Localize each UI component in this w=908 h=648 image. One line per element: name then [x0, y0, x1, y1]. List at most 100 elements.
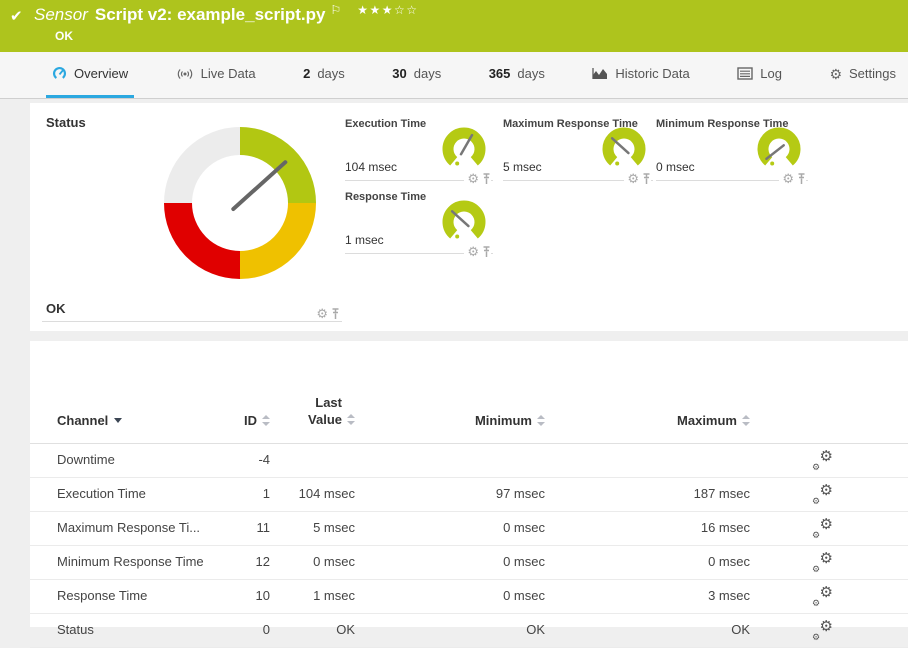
- gauge-value: 5 msec: [503, 160, 542, 174]
- gear-icon: ⚙: [829, 67, 842, 81]
- channel-last-value: OK: [270, 614, 355, 647]
- gauge-panel-response-time: Response Time 1 msec ⚙: [345, 186, 493, 254]
- sort-icon: [537, 415, 545, 426]
- channel-minimum: 97 msec: [355, 478, 545, 511]
- gauge-panel-minimum-response-time: Minimum Response Time 0 msec ⚙: [656, 113, 808, 181]
- status-gauge-needle: [233, 162, 285, 209]
- col-label: ID: [244, 413, 257, 428]
- tab-label: days: [317, 66, 344, 81]
- channel-minimum: [355, 444, 545, 477]
- table-row[interactable]: Status 0 OK OK OK ⚙⚙: [30, 614, 908, 648]
- col-header-minimum[interactable]: Minimum: [475, 413, 545, 428]
- gear-icon[interactable]: ⚙: [316, 308, 328, 320]
- channel-id: 1: [230, 478, 270, 511]
- col-header-last-value[interactable]: Last Value: [292, 412, 355, 427]
- tab-30-days[interactable]: 30 days: [386, 52, 447, 98]
- channel-maximum: OK: [545, 614, 750, 647]
- channel-last-value: 5 msec: [270, 512, 355, 545]
- table-row[interactable]: Response Time 10 1 msec 0 msec 3 msec ⚙⚙: [30, 580, 908, 614]
- table-row[interactable]: Downtime -4 ⚙⚙: [30, 444, 908, 478]
- col-label: Minimum: [475, 413, 532, 428]
- sort-icon: [742, 415, 750, 426]
- gear-icon[interactable]: ⚙: [467, 246, 479, 258]
- gear-icon[interactable]: ⚙: [467, 173, 479, 185]
- channel-settings-icon[interactable]: ⚙⚙: [812, 588, 833, 606]
- channel-maximum: 0 msec: [545, 546, 750, 579]
- col-label: Maximum: [677, 413, 737, 428]
- col-header-channel[interactable]: Channel: [57, 413, 122, 428]
- col-header-maximum[interactable]: Maximum: [677, 413, 750, 428]
- status-panel-title: Status: [46, 115, 86, 130]
- gauge-panel-execution-time: Execution Time 104 msec ⚙: [345, 113, 493, 181]
- channel-id: 0: [230, 614, 270, 647]
- priority-stars[interactable]: ★★★☆☆: [357, 3, 418, 17]
- object-kind-label: Sensor: [34, 5, 88, 24]
- pin-icon[interactable]: [331, 308, 340, 320]
- tab-settings[interactable]: ⚙ Settings: [823, 52, 902, 98]
- channel-minimum: 0 msec: [355, 512, 545, 545]
- channel-maximum: 187 msec: [545, 478, 750, 511]
- tab-log[interactable]: Log: [731, 52, 788, 98]
- tab-number: 30: [392, 66, 406, 81]
- tab-number: 365: [489, 66, 511, 81]
- area-chart-icon: [592, 67, 608, 81]
- channel-name: Minimum Response Time: [30, 546, 230, 579]
- tab-2-days[interactable]: 2 days: [297, 52, 351, 98]
- table-row[interactable]: Maximum Response Ti... 11 5 msec 0 msec …: [30, 512, 908, 546]
- gauge-value: 104 msec: [345, 160, 397, 174]
- tab-historic-data[interactable]: Historic Data: [586, 52, 695, 98]
- live-data-icon: [176, 67, 194, 81]
- channel-last-value: [270, 444, 355, 477]
- channel-minimum: 0 msec: [355, 580, 545, 613]
- channel-minimum: 0 msec: [355, 546, 545, 579]
- gear-icon[interactable]: ⚙: [627, 173, 639, 185]
- status-panel-footer: OK ⚙: [42, 299, 342, 322]
- gear-icon[interactable]: ⚙: [782, 173, 794, 185]
- pin-icon[interactable]: [482, 173, 491, 185]
- sort-icon: [262, 415, 270, 426]
- tab-label: Historic Data: [615, 66, 689, 81]
- channel-id: -4: [230, 444, 270, 477]
- status-check-icon: ✔: [10, 7, 23, 25]
- channel-last-value: 104 msec: [270, 478, 355, 511]
- gauge-needle: [452, 211, 468, 226]
- gauge-chart: [599, 122, 649, 172]
- channel-last-value: 1 msec: [270, 580, 355, 613]
- channel-name: Maximum Response Ti...: [30, 512, 230, 545]
- table-header-row: Channel ID Last Value Minimum Maximum: [30, 341, 908, 444]
- gauge-chart: [439, 122, 489, 172]
- col-header-id[interactable]: ID: [244, 413, 270, 428]
- channel-id: 12: [230, 546, 270, 579]
- channel-name: Execution Time: [30, 478, 230, 511]
- channel-settings-icon[interactable]: ⚙⚙: [812, 452, 833, 470]
- table-row[interactable]: Minimum Response Time 12 0 msec 0 msec 0…: [30, 546, 908, 580]
- table-row[interactable]: Execution Time 1 104 msec 97 msec 187 ms…: [30, 478, 908, 512]
- channel-settings-icon[interactable]: ⚙⚙: [812, 622, 833, 640]
- tab-bar: Overview Live Data 2 days 30 days 365 da…: [0, 52, 908, 99]
- pin-icon[interactable]: [797, 173, 806, 185]
- tab-number: 2: [303, 66, 310, 81]
- tab-label: days: [517, 66, 544, 81]
- log-list-icon: [737, 67, 753, 80]
- channels-table-card: Channel ID Last Value Minimum Maximum Do…: [30, 341, 908, 627]
- tab-365-days[interactable]: 365 days: [483, 52, 551, 98]
- tab-label: Settings: [849, 66, 896, 81]
- channel-settings-icon[interactable]: ⚙⚙: [812, 520, 833, 538]
- pin-icon[interactable]: [482, 246, 491, 258]
- gauge-icon: [52, 66, 67, 81]
- channel-settings-icon[interactable]: ⚙⚙: [812, 486, 833, 504]
- channel-name: Response Time: [30, 580, 230, 613]
- status-gauge-chart: [164, 127, 316, 279]
- pin-icon[interactable]: [642, 173, 651, 185]
- tab-overview[interactable]: Overview: [46, 52, 134, 98]
- gauge-chart: [754, 122, 804, 172]
- gauge-value: 1 msec: [345, 233, 384, 247]
- col-label: Channel: [57, 413, 108, 428]
- gauge-panel-maximum-response-time: Maximum Response Time 5 msec ⚙: [503, 113, 653, 181]
- sort-desc-icon: [114, 418, 122, 423]
- flag-icon[interactable]: ⚐: [330, 3, 341, 17]
- overview-card: Status OK ⚙ Execution Time 104 msec ⚙: [30, 103, 908, 331]
- sort-icon: [347, 414, 355, 425]
- channel-settings-icon[interactable]: ⚙⚙: [812, 554, 833, 572]
- tab-live-data[interactable]: Live Data: [170, 52, 262, 98]
